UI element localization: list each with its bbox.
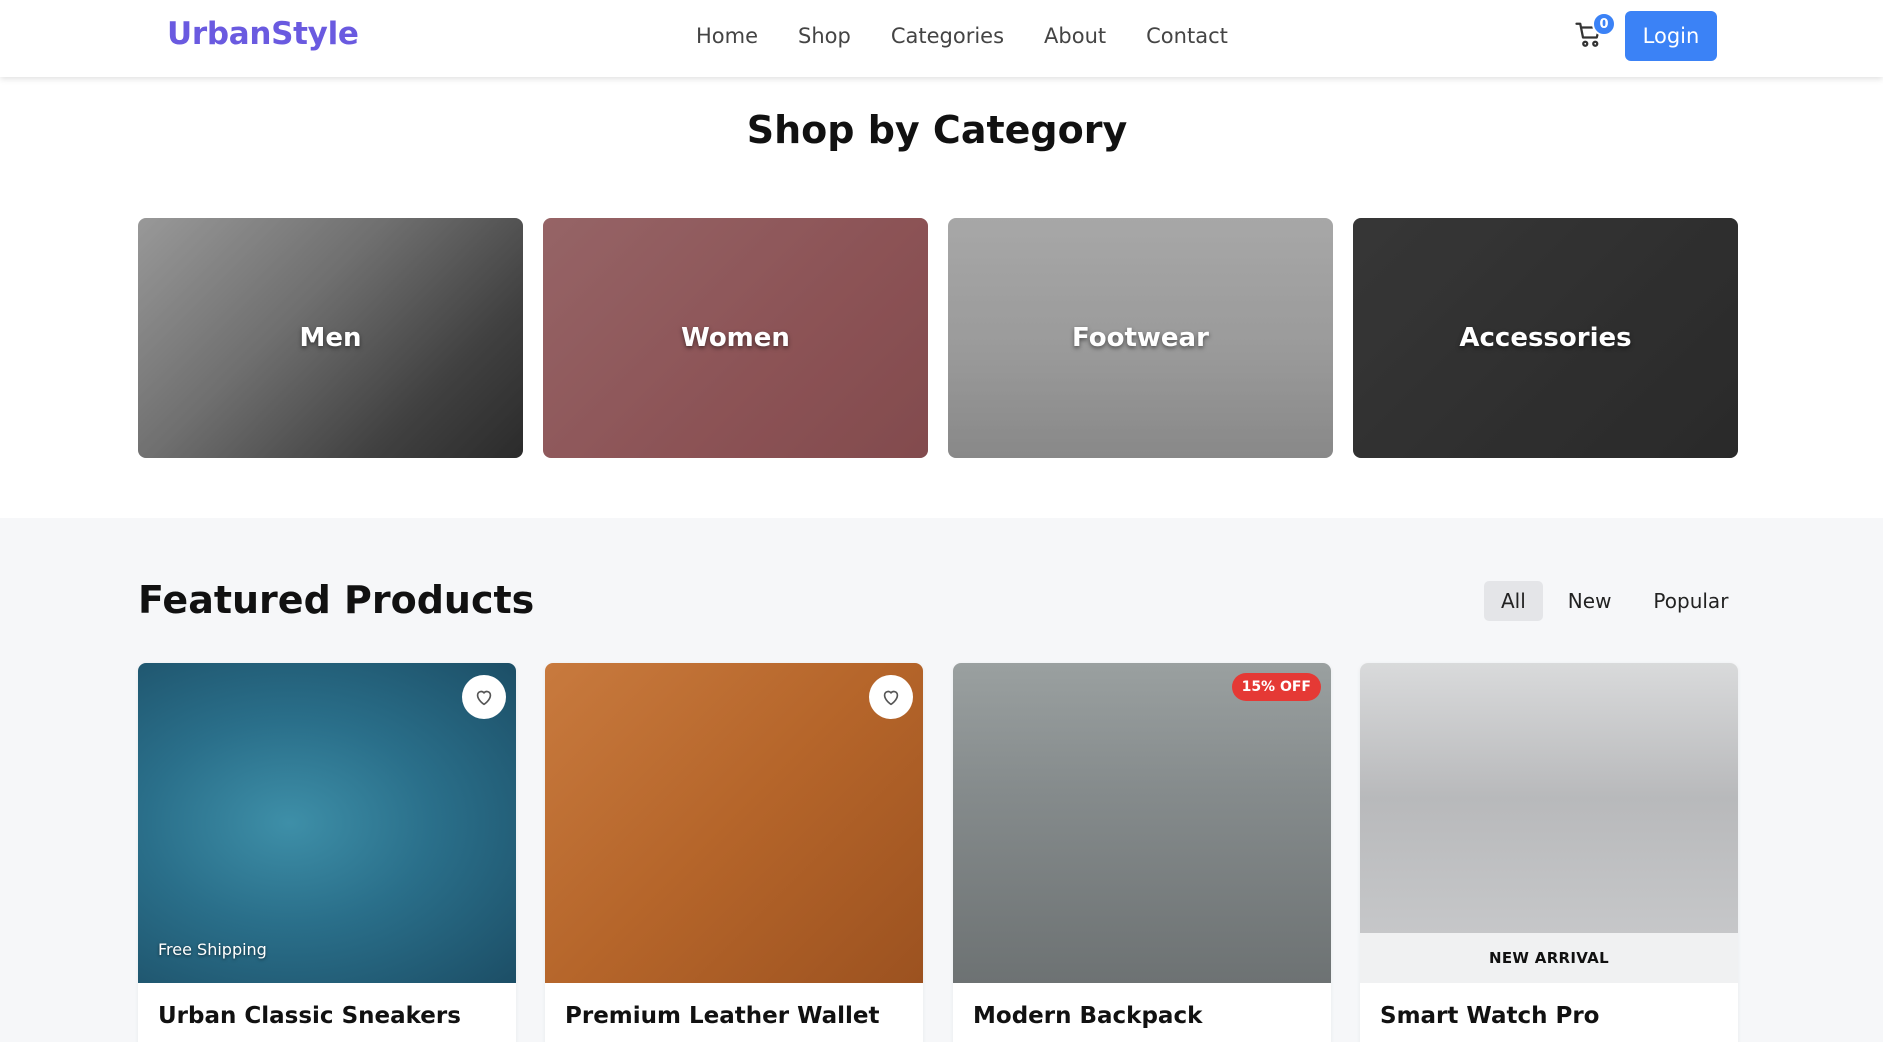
category-label: Men — [299, 323, 362, 353]
nav-contact[interactable]: Contact — [1146, 22, 1228, 50]
product-name[interactable]: Premium Leather Wallet — [565, 1003, 880, 1029]
categories-heading: Shop by Category — [746, 108, 1128, 152]
product-card[interactable]: Free Shipping Urban Classic Sneakers — [138, 663, 516, 1042]
category-label: Footwear — [1072, 323, 1209, 353]
filter-new[interactable]: New — [1551, 581, 1629, 621]
new-arrival-banner: NEW ARRIVAL — [1360, 933, 1738, 983]
product-image — [545, 663, 923, 983]
cart-icon — [1574, 22, 1604, 54]
product-name[interactable]: Smart Watch Pro — [1380, 1003, 1599, 1029]
discount-badge: 15% OFF — [1231, 673, 1321, 701]
logo[interactable]: UrbanStyle — [167, 16, 359, 52]
product-filters: All New Popular — [1484, 581, 1753, 621]
featured-heading: Featured Products — [138, 578, 535, 622]
product-image: 15% OFF — [953, 663, 1331, 983]
product-name[interactable]: Urban Classic Sneakers — [158, 1003, 461, 1029]
category-label: Women — [681, 323, 790, 353]
filter-all[interactable]: All — [1484, 581, 1543, 621]
featured-section: Featured Products All New Popular Free S… — [0, 518, 1883, 1042]
login-button[interactable]: Login — [1625, 11, 1717, 61]
nav-about[interactable]: About — [1044, 22, 1106, 50]
category-label: Accessories — [1459, 323, 1632, 353]
product-image — [1360, 663, 1738, 933]
nav-categories[interactable]: Categories — [891, 22, 1004, 50]
free-shipping-tag: Free Shipping — [158, 940, 267, 959]
cart-count-badge: 0 — [1592, 12, 1616, 36]
product-card[interactable]: Premium Leather Wallet — [545, 663, 923, 1042]
category-card-men[interactable]: Men — [138, 218, 523, 458]
category-card-women[interactable]: Women — [543, 218, 928, 458]
heart-icon[interactable] — [869, 675, 913, 719]
main-nav: Home Shop Categories About Contact — [696, 22, 1268, 50]
heart-icon[interactable] — [462, 675, 506, 719]
site-header: UrbanStyle Home Shop Categories About Co… — [0, 0, 1883, 77]
product-card[interactable]: NEW ARRIVAL Smart Watch Pro — [1360, 663, 1738, 1042]
product-image: Free Shipping — [138, 663, 516, 983]
product-name[interactable]: Modern Backpack — [973, 1003, 1202, 1029]
category-card-accessories[interactable]: Accessories — [1353, 218, 1738, 458]
filter-popular[interactable]: Popular — [1636, 581, 1745, 621]
nav-shop[interactable]: Shop — [798, 22, 851, 50]
product-card[interactable]: 15% OFF Modern Backpack — [953, 663, 1331, 1042]
category-card-footwear[interactable]: Footwear — [948, 218, 1333, 458]
nav-home[interactable]: Home — [696, 22, 758, 50]
cart-button[interactable]: 0 — [1574, 12, 1616, 54]
